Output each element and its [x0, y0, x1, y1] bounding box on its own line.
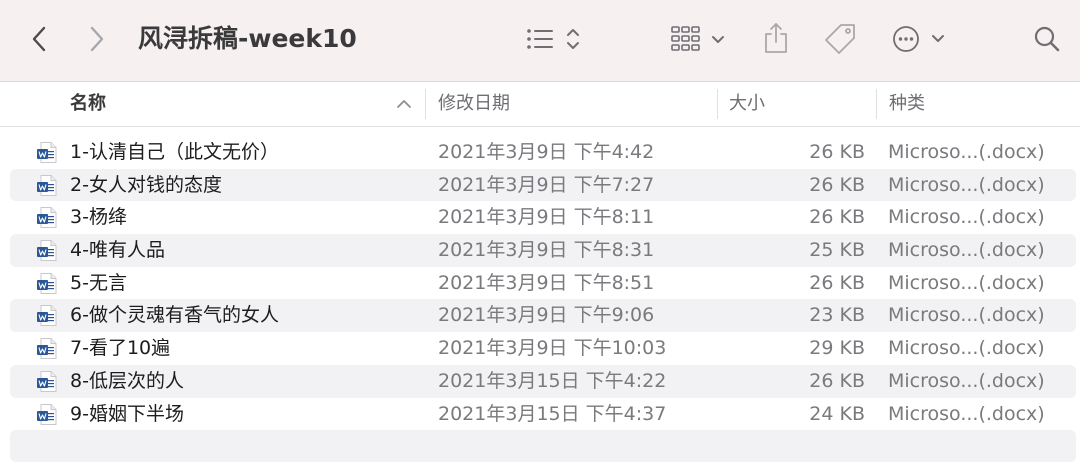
file-name: 1-认清自己（此文无价）	[70, 141, 279, 163]
word-document-icon	[37, 207, 57, 229]
file-size: 26 KB	[809, 206, 865, 229]
word-document-icon	[37, 338, 57, 360]
file-kind: Microso...(.docx)	[888, 141, 1045, 163]
column-size[interactable]: 大小	[729, 82, 765, 127]
file-row[interactable]: 5-无言 2021年3月9日 下午8:51 26 KB Microso...(.doc…	[10, 267, 1076, 300]
column-divider[interactable]	[425, 89, 426, 119]
file-name: 5-无言	[70, 271, 127, 294]
chevron-left-icon	[32, 26, 46, 52]
column-divider[interactable]	[717, 89, 718, 119]
file-list: 1-认清自己（此文无价） 2021年3月9日 下午4:42 26 KB Microso…	[10, 136, 1076, 463]
file-size: 26 KB	[809, 369, 865, 392]
file-name: 3-杨绛	[70, 206, 127, 229]
file-date: 2021年3月9日 下午8:11	[438, 206, 655, 229]
grid-view-icon	[671, 26, 724, 51]
column-divider[interactable]	[876, 89, 877, 119]
chevron-right-icon	[90, 26, 104, 52]
word-document-icon	[37, 240, 57, 262]
file-date: 2021年3月9日 下午8:51	[438, 271, 655, 294]
file-kind: Microso...(.docx)	[888, 206, 1045, 229]
list-view-button[interactable]	[524, 24, 582, 54]
file-size: 26 KB	[809, 173, 865, 196]
back-button[interactable]	[24, 24, 54, 54]
file-name: 4-唯有人品	[70, 239, 165, 262]
file-name: 7-看了10遍	[70, 337, 171, 360]
file-date: 2021年3月9日 下午7:27	[438, 173, 655, 196]
word-document-icon	[37, 305, 57, 327]
file-name: 9-婚姻下半场	[70, 402, 184, 425]
grid-view-button[interactable]	[670, 24, 730, 54]
file-size: 29 KB	[809, 337, 865, 360]
more-actions-button[interactable]	[890, 24, 948, 54]
file-kind: Microso...(.docx)	[888, 337, 1045, 360]
file-kind: Microso...(.docx)	[888, 369, 1045, 392]
file-name: 8-低层次的人	[70, 369, 184, 392]
toolbar: 风浔拆稿-week10	[0, 0, 1080, 82]
file-row[interactable]: 8-低层次的人 2021年3月15日 下午4:22 26 KB Microso...(…	[10, 364, 1076, 398]
file-date: 2021年3月9日 下午4:42	[438, 141, 655, 163]
window-title: 风浔拆稿-week10	[138, 24, 357, 53]
column-kind[interactable]: 种类	[889, 82, 925, 127]
file-row[interactable]: 3-杨绛 2021年3月9日 下午8:11 26 KB Microso...(.doc…	[10, 201, 1076, 234]
tag-icon	[825, 24, 855, 54]
column-name[interactable]: 名称	[70, 82, 106, 127]
share-button[interactable]	[761, 20, 791, 56]
share-icon	[765, 23, 787, 53]
file-date: 2021年3月9日 下午8:31	[438, 239, 655, 262]
sort-ascending-icon[interactable]	[396, 96, 412, 112]
column-date[interactable]: 修改日期	[438, 82, 510, 127]
word-document-icon	[37, 403, 57, 425]
file-date: 2021年3月15日 下午4:22	[438, 369, 667, 392]
search-icon	[1034, 26, 1060, 52]
file-kind: Microso...(.docx)	[888, 173, 1045, 196]
file-row[interactable]: 2-女人对钱的态度 2021年3月9日 下午7:27 26 KB Microso...…	[10, 168, 1076, 202]
file-kind: Microso...(.docx)	[888, 304, 1045, 327]
file-date: 2021年3月15日 下午4:37	[438, 402, 667, 425]
file-date: 2021年3月9日 下午9:06	[438, 304, 655, 327]
word-document-icon	[37, 370, 57, 392]
empty-row	[10, 430, 1076, 463]
list-view-icon	[527, 29, 579, 49]
file-row[interactable]: 9-婚姻下半场 2021年3月15日 下午4:37 24 KB Microso...(…	[10, 398, 1076, 431]
file-row[interactable]: 7-看了10遍 2021年3月9日 下午10:03 29 KB Microso...(…	[10, 332, 1076, 365]
file-kind: Microso...(.docx)	[888, 239, 1045, 262]
file-size: 26 KB	[809, 141, 865, 163]
word-document-icon	[37, 142, 57, 163]
file-kind: Microso...(.docx)	[888, 402, 1045, 425]
file-size: 26 KB	[809, 271, 865, 294]
tag-button[interactable]	[822, 22, 858, 56]
file-date: 2021年3月9日 下午10:03	[438, 337, 667, 360]
search-button[interactable]	[1032, 24, 1062, 54]
file-size: 25 KB	[809, 239, 865, 262]
forward-button[interactable]	[82, 24, 112, 54]
word-document-icon	[37, 174, 57, 196]
file-row[interactable]: 4-唯有人品 2021年3月9日 下午8:31 25 KB Microso...(.d…	[10, 234, 1076, 267]
file-size: 23 KB	[809, 304, 865, 327]
file-row[interactable]: 6-做个灵魂有香气的女人 2021年3月9日 下午9:06 23 KB Microso…	[10, 299, 1076, 333]
word-document-icon	[37, 272, 57, 294]
column-header: 名称 修改日期 大小 种类	[0, 82, 1080, 127]
file-kind: Microso...(.docx)	[888, 271, 1045, 294]
ellipsis-circle-icon	[893, 26, 944, 52]
file-name: 2-女人对钱的态度	[70, 173, 222, 196]
file-size: 24 KB	[809, 402, 865, 425]
file-name: 6-做个灵魂有香气的女人	[70, 304, 279, 327]
file-row[interactable]: 1-认清自己（此文无价） 2021年3月9日 下午4:42 26 KB Microso…	[10, 136, 1076, 169]
